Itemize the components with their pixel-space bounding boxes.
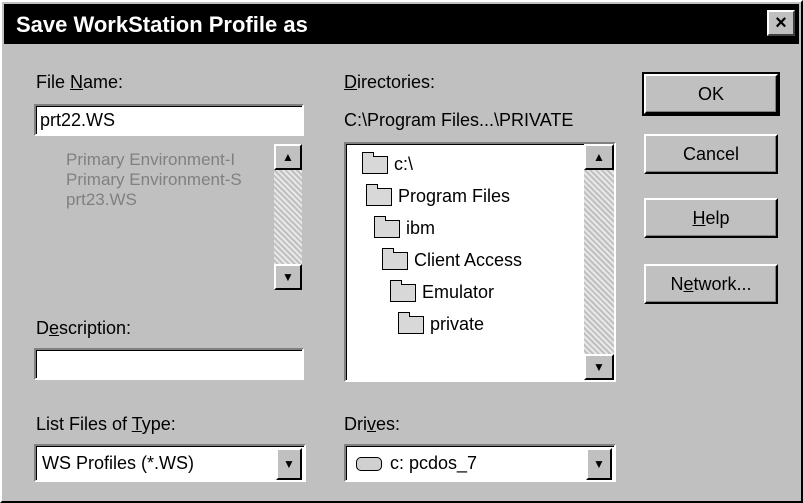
folder-icon — [382, 248, 408, 271]
file-type-label: List Files of Type: — [36, 414, 176, 434]
directory-tree[interactable]: c:\ Program Files ibm Client Access Emul… — [344, 142, 616, 382]
description-input[interactable] — [34, 348, 304, 380]
chevron-down-icon[interactable]: ▼ — [586, 448, 612, 480]
list-item[interactable]: prt23.WS — [66, 190, 261, 210]
chevron-down-icon[interactable]: ▼ — [276, 448, 302, 480]
folder-icon — [366, 184, 392, 207]
directories-path: C:\Program Files...\PRIVATE — [344, 110, 574, 130]
file-name-value: prt22.WS — [40, 110, 116, 130]
directory-item-selected[interactable]: private — [398, 312, 484, 335]
file-list[interactable]: Primary Environment-I Primary Environmen… — [54, 142, 304, 292]
description-label: Description: — [36, 318, 132, 338]
file-name-input[interactable]: prt22.WS — [34, 104, 304, 136]
title-bar[interactable]: Save WorkStation Profile as × — [4, 4, 799, 44]
drives-select[interactable]: c: pcdos_7 ▼ — [344, 444, 616, 482]
directory-item[interactable]: Emulator — [390, 280, 494, 303]
folder-icon — [398, 312, 424, 335]
folder-icon — [390, 280, 416, 303]
cancel-button[interactable]: Cancel — [644, 134, 778, 174]
directory-scrollbar[interactable]: ▲ ▼ — [584, 144, 614, 380]
directory-item[interactable]: Program Files — [366, 184, 510, 207]
scroll-down-icon[interactable]: ▼ — [274, 264, 302, 290]
drive-icon — [356, 457, 382, 472]
folder-icon — [374, 216, 400, 239]
close-button[interactable]: × — [767, 10, 795, 36]
directory-item[interactable]: Client Access — [382, 248, 522, 271]
list-item[interactable]: Primary Environment-S — [66, 170, 261, 190]
file-name-label: File Name: — [36, 72, 124, 92]
folder-icon — [362, 152, 388, 175]
file-type-value: WS Profiles (*.WS) — [42, 453, 195, 473]
directory-item[interactable]: ibm — [374, 216, 435, 239]
drives-label: Drives: — [344, 414, 401, 434]
ok-button[interactable]: OK — [642, 72, 780, 116]
save-profile-dialog: Save WorkStation Profile as × File Name:… — [0, 0, 803, 503]
scroll-up-icon[interactable]: ▲ — [584, 144, 614, 170]
window-title: Save WorkStation Profile as — [16, 12, 308, 37]
network-button[interactable]: Network... — [644, 264, 778, 304]
directory-item[interactable]: c:\ — [362, 152, 413, 175]
file-type-select[interactable]: WS Profiles (*.WS) ▼ — [34, 444, 306, 482]
file-list-scrollbar[interactable]: ▲ ▼ — [274, 144, 302, 290]
directories-label: Directories: — [344, 72, 436, 92]
scroll-down-icon[interactable]: ▼ — [584, 354, 614, 380]
drives-value: c: pcdos_7 — [390, 453, 478, 473]
list-item[interactable]: Primary Environment-I — [66, 150, 261, 170]
scroll-up-icon[interactable]: ▲ — [274, 144, 302, 170]
help-button[interactable]: Help — [644, 198, 778, 238]
